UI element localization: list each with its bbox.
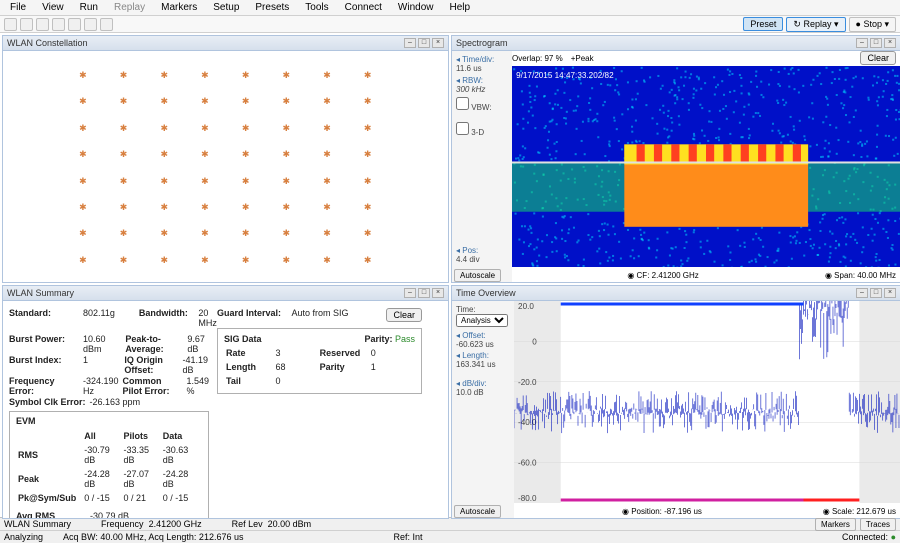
menu-window[interactable]: Window	[392, 1, 440, 14]
status-acq: Acq BW: 40.00 MHz, Acq Length: 212.676 u…	[63, 532, 243, 542]
minimize-icon[interactable]: –	[404, 288, 416, 298]
clear-button[interactable]: Clear	[386, 308, 422, 322]
maximize-icon[interactable]: □	[418, 38, 430, 48]
tb-open-icon[interactable]	[4, 18, 17, 31]
close-icon[interactable]: ×	[884, 288, 896, 298]
preset-button[interactable]: Preset	[743, 17, 783, 31]
svg-text:-60.0: -60.0	[518, 459, 537, 468]
panel-title-text: Spectrogram	[456, 38, 508, 48]
cf-label: ◉ CF: 2.41200 GHz	[627, 271, 698, 280]
status-bar-2: Analyzing Acq BW: 40.00 MHz, Acq Length:…	[0, 530, 900, 543]
replay-button[interactable]: ↻ Replay ▾	[786, 17, 845, 32]
span-label: ◉ Span: 40.00 MHz	[825, 271, 896, 280]
minimize-icon[interactable]: –	[404, 38, 416, 48]
time-mode-select[interactable]: Analysis	[456, 314, 508, 327]
sig-fieldset: SIG DataParity: Pass Rate3Reserved0Lengt…	[217, 328, 422, 394]
menu-setup[interactable]: Setup	[207, 1, 245, 14]
evm-fieldset: EVM AllPilotsDataRMS-30.79 dB-33.35 dB-3…	[9, 411, 209, 518]
time-sidebar: Time: Analysis ◂ Offset: -60.623 us ◂ Le…	[452, 301, 514, 518]
spectro-sidebar: ◂ Time/div: 11.6 us ◂ RBW: 300 kHz VBW: …	[452, 51, 512, 282]
svg-text:20.0: 20.0	[518, 302, 534, 311]
tb-btn7-icon[interactable]	[100, 18, 113, 31]
tb-btn4-icon[interactable]	[52, 18, 65, 31]
time-overview-plot[interactable]: 20.0 0 -20.0 -40.0 -60.0 -80.0	[514, 301, 900, 503]
maximize-icon[interactable]: □	[870, 288, 882, 298]
maximize-icon[interactable]: □	[870, 38, 882, 48]
close-icon[interactable]: ×	[432, 288, 444, 298]
markers-button[interactable]: Markers	[815, 518, 856, 531]
status-context: WLAN Summary	[4, 519, 71, 529]
status-connected: Connected: ●	[842, 532, 896, 542]
menu-help[interactable]: Help	[443, 1, 476, 14]
autoscale-button[interactable]: Autoscale	[454, 269, 501, 282]
panel-time-overview: Time Overview – □ × Time: Analysis ◂ Off…	[451, 285, 900, 519]
vbw-checkbox[interactable]	[456, 97, 469, 110]
panel-title-text: WLAN Summary	[7, 288, 74, 298]
tool-bar: Preset ↻ Replay ▾ ● Stop ▾	[0, 16, 900, 33]
panel-spectrogram: Spectrogram – □ × ◂ Time/div: 11.6 us ◂ …	[451, 35, 900, 283]
3d-checkbox[interactable]	[456, 122, 469, 135]
svg-text:-20.0: -20.0	[518, 378, 537, 387]
menu-connect[interactable]: Connect	[339, 1, 388, 14]
svg-text:-80.0: -80.0	[518, 494, 537, 503]
close-icon[interactable]: ×	[432, 38, 444, 48]
menu-bar: File View Run Replay Markers Setup Prese…	[0, 0, 900, 16]
status-analyzing: Analyzing	[4, 532, 43, 542]
traces-button[interactable]: Traces	[860, 518, 896, 531]
spectrogram-plot[interactable]: 9/17/2015 14:47:33.202/82	[512, 66, 900, 267]
tb-save-icon[interactable]	[20, 18, 33, 31]
svg-text:9/17/2015 14:47:33.202/82: 9/17/2015 14:47:33.202/82	[516, 71, 614, 80]
menu-view[interactable]: View	[36, 1, 70, 14]
panel-title-text: WLAN Constellation	[7, 38, 88, 48]
clear-button[interactable]: Clear	[860, 51, 896, 65]
scale-label: ◉ Scale: 212.679 us	[823, 507, 896, 516]
menu-replay[interactable]: Replay	[108, 1, 151, 14]
tb-print-icon[interactable]	[36, 18, 49, 31]
position-label: ◉ Position: -87.196 us	[622, 507, 702, 516]
panel-title-text: Time Overview	[456, 288, 516, 298]
constellation-plot[interactable]: ✱✱✱✱✱✱✱✱✱✱✱✱✱✱✱✱✱✱✱✱✱✱✱✱✱✱✱✱✱✱✱✱✱✱✱✱✱✱✱✱…	[3, 51, 448, 282]
minimize-icon[interactable]: –	[856, 288, 868, 298]
peak-label: +Peak	[571, 54, 594, 63]
overlap-label: Overlap: 97 %	[512, 54, 563, 63]
status-ref: Ref: Int	[393, 532, 422, 542]
menu-markers[interactable]: Markers	[155, 1, 203, 14]
menu-tools[interactable]: Tools	[299, 1, 334, 14]
tb-btn5-icon[interactable]	[68, 18, 81, 31]
autoscale-button[interactable]: Autoscale	[454, 505, 501, 518]
panel-summary: WLAN Summary – □ × Standard:802.11g Band…	[2, 285, 449, 519]
tb-btn6-icon[interactable]	[84, 18, 97, 31]
menu-run[interactable]: Run	[74, 1, 104, 14]
menu-presets[interactable]: Presets	[249, 1, 295, 14]
menu-file[interactable]: File	[4, 1, 32, 14]
maximize-icon[interactable]: □	[418, 288, 430, 298]
close-icon[interactable]: ×	[884, 38, 896, 48]
stop-button[interactable]: ● Stop ▾	[849, 17, 896, 32]
minimize-icon[interactable]: –	[856, 38, 868, 48]
panel-constellation: WLAN Constellation – □ × ✱✱✱✱✱✱✱✱✱✱✱✱✱✱✱…	[2, 35, 449, 283]
svg-text:0: 0	[532, 337, 537, 346]
